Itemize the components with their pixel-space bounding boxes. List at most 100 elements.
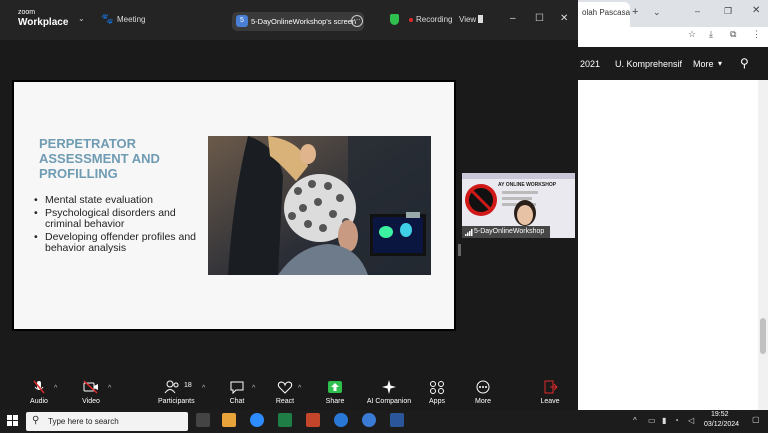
- video-off-icon: [83, 380, 98, 394]
- apps-grid-icon: [430, 381, 444, 394]
- view-layout-icon[interactable]: [478, 15, 483, 23]
- bullet-marker: •: [34, 206, 38, 219]
- leave-label: Leave: [540, 398, 560, 405]
- chat-label: Chat: [229, 398, 245, 405]
- sharer-avatar-badge: 5: [236, 15, 248, 27]
- browser-tab[interactable]: olah Pascasar: [578, 2, 630, 27]
- browser-close-icon[interactable]: ✕: [752, 5, 760, 16]
- windows-start-icon[interactable]: [7, 415, 18, 426]
- zoom-minimize-icon[interactable]: –: [510, 13, 516, 24]
- taskbar-search-icon: ⚲: [32, 415, 40, 426]
- panel-resize-handle[interactable]: [458, 244, 461, 256]
- zoom-logo-top: zoom: [18, 9, 36, 16]
- browser-scrollbar[interactable]: [758, 80, 768, 410]
- action-center-icon[interactable]: ▢: [752, 415, 760, 424]
- edge-icon[interactable]: [334, 413, 348, 427]
- browser-restore-icon[interactable]: ❐: [724, 6, 732, 17]
- eeg-photo-illustration: [208, 136, 431, 275]
- video-label: Video: [82, 398, 100, 405]
- apps-label: Apps: [429, 398, 445, 405]
- download-icon[interactable]: ⤓: [709, 29, 713, 40]
- zoom-close-icon[interactable]: ✕: [560, 13, 568, 24]
- browser-scrollbar-thumb[interactable]: [760, 318, 766, 354]
- zoom-menu-chevron-icon[interactable]: ⌄: [78, 14, 85, 23]
- react-options-caret-icon[interactable]: ^: [298, 385, 301, 392]
- slide-title-line: PERPETRATOR: [39, 136, 137, 151]
- nav-item-komprehensif[interactable]: U. Komprehensif: [615, 59, 682, 69]
- clock-date[interactable]: 03/12/2024: [704, 421, 739, 428]
- sparkle-icon: [382, 380, 396, 394]
- word-icon[interactable]: [390, 413, 404, 427]
- audio-label: Audio: [30, 398, 48, 405]
- clock-time[interactable]: 19:52: [711, 411, 729, 418]
- slide-title: PERPETRATOR ASSESSMENT AND PROFILLING: [39, 136, 199, 181]
- tab-list-chevron-icon[interactable]: ⌄: [653, 7, 661, 18]
- view-menu[interactable]: View: [459, 15, 476, 24]
- participants-options-caret-icon[interactable]: ^: [202, 385, 205, 392]
- excel-icon[interactable]: [278, 413, 292, 427]
- video-options-caret-icon[interactable]: ^: [108, 385, 111, 392]
- browser-minimize-icon[interactable]: –: [695, 6, 700, 16]
- site-body: [578, 80, 768, 410]
- slide-title-line: ASSESSMENT AND: [39, 151, 160, 166]
- participants-icon: [164, 380, 179, 394]
- nav-item-2021[interactable]: 2021: [580, 59, 600, 69]
- zoom-maximize-icon[interactable]: ☐: [535, 13, 544, 24]
- participants-label: Participants: [158, 398, 195, 405]
- tray-chevron-icon[interactable]: ^: [633, 416, 637, 425]
- new-tab-icon[interactable]: +: [632, 6, 638, 18]
- zoom-logo-bottom: Workplace: [18, 17, 69, 28]
- powerpoint-icon[interactable]: [306, 413, 320, 427]
- meeting-label[interactable]: Meeting: [117, 15, 145, 24]
- muted-microphone-icon: [33, 380, 45, 394]
- connection-signal-icon: [465, 229, 473, 236]
- bookmark-star-icon[interactable]: ☆: [688, 29, 696, 40]
- bullet-marker: •: [34, 230, 38, 243]
- bullet-marker: •: [34, 194, 38, 206]
- microphone-tray-icon[interactable]: ▮: [662, 416, 666, 425]
- meeting-paw-icon: 🐾: [101, 14, 114, 25]
- audio-options-caret-icon[interactable]: ^: [54, 385, 57, 392]
- encryption-shield-icon[interactable]: [390, 14, 399, 25]
- slide-photo-eeg-session: [208, 136, 431, 275]
- nav-more-chevron-icon: ▾: [718, 59, 723, 68]
- nav-item-more[interactable]: More: [693, 59, 714, 69]
- slide-bullet: • Psychological disorders and criminal b…: [34, 206, 204, 231]
- taskbar-search-placeholder[interactable]: Type here to search: [48, 417, 119, 426]
- zoom-app-icon[interactable]: [250, 413, 264, 427]
- extensions-icon[interactable]: ⧉: [730, 29, 736, 40]
- chat-options-caret-icon[interactable]: ^: [252, 385, 255, 392]
- browser-menu-icon[interactable]: ⋮: [752, 29, 761, 40]
- site-search-icon[interactable]: ⚲: [740, 56, 749, 70]
- chrome-icon[interactable]: [362, 413, 376, 427]
- slide-bullet-text: Developing offender profiles and behavio…: [45, 230, 196, 254]
- slide-bullet-list: • Mental state evaluation • Psychologica…: [34, 194, 204, 256]
- share-screen-icon: [328, 381, 342, 393]
- file-explorer-icon[interactable]: [222, 413, 236, 427]
- volume-icon[interactable]: ◁: [688, 416, 694, 425]
- network-icon[interactable]: ◔: [674, 416, 679, 425]
- task-view-icon[interactable]: [196, 413, 210, 427]
- react-label: React: [275, 398, 295, 405]
- site-navigation: 2021 U. Komprehensif More ▾ ⚲: [578, 47, 768, 80]
- more-label: More: [475, 398, 491, 405]
- more-dots-icon: [476, 380, 490, 394]
- leave-door-icon: [544, 380, 558, 394]
- heart-icon: [277, 381, 293, 394]
- slide-bullet-text: Psychological disorders and criminal beh…: [45, 206, 176, 230]
- recording-status[interactable]: Recording: [416, 15, 452, 24]
- share-label: Share: [325, 398, 345, 405]
- browser-toolbar: [578, 27, 768, 48]
- slide-title-line: PROFILLING: [39, 166, 118, 181]
- ai-companion-label: AI Companion: [366, 398, 412, 405]
- slide-bullet: • Mental state evaluation: [34, 194, 204, 207]
- share-options-icon[interactable]: ⋯: [351, 15, 363, 27]
- notification-icon[interactable]: ▭: [648, 416, 656, 425]
- slide-bullet: • Developing offender profiles and behav…: [34, 230, 204, 255]
- slide-bullet-text: Mental state evaluation: [45, 194, 153, 206]
- chat-bubble-icon: [230, 381, 244, 394]
- participants-count: 18: [184, 382, 192, 389]
- shared-screen-label: 5-DayOnlineWorkshop's screen: [251, 17, 357, 26]
- participant-banner-text: AY ONLINE WORKSHOP: [498, 182, 557, 188]
- recording-dot-icon: [409, 18, 413, 22]
